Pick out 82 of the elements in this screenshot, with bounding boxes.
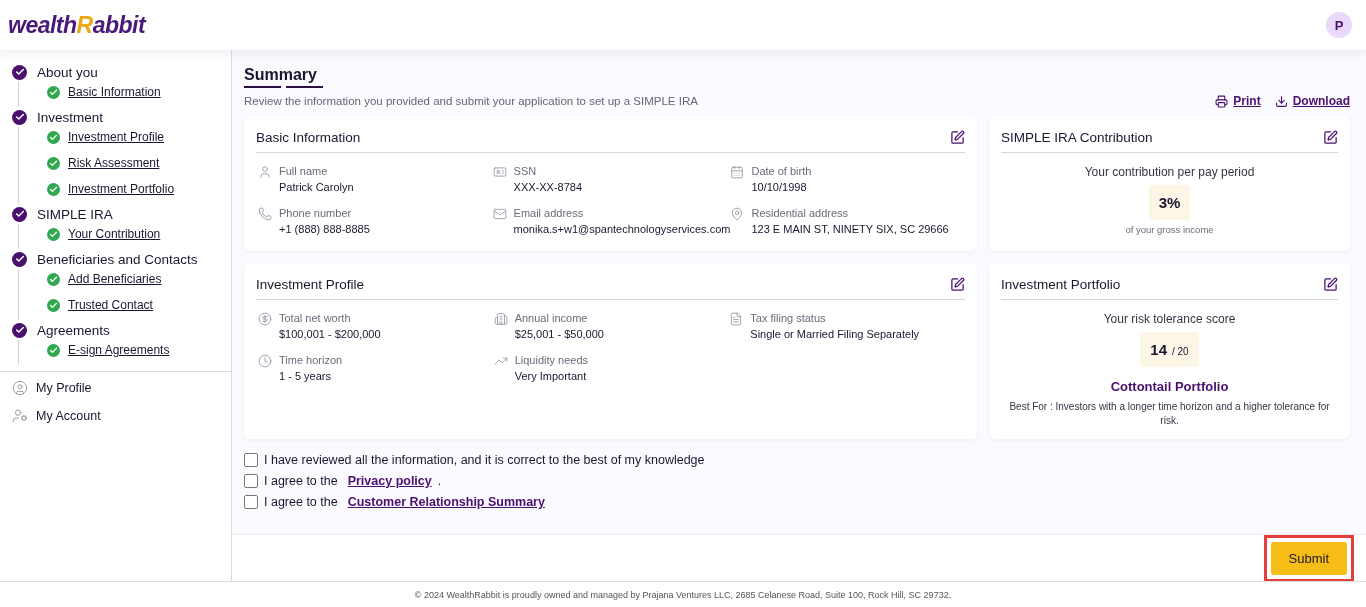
portfolio-name: Cottontail Portfolio (1110, 379, 1229, 394)
step-label: Agreements (37, 322, 110, 338)
field-label: Phone number (279, 207, 353, 219)
substep-link[interactable]: Investment Profile (68, 130, 165, 144)
substep-link[interactable]: Trusted Contact (68, 298, 153, 312)
field-label: Full name (279, 165, 329, 177)
field-value: 123 E MAIN ST, NINETY SIX, SC 29666 (751, 223, 949, 235)
field-label: SSN (513, 165, 538, 177)
calendar-icon (730, 165, 745, 179)
caption: Your contribution per pay period (1084, 165, 1255, 179)
score-value: 14 / 20 (1140, 332, 1199, 367)
location-pin-icon (730, 207, 745, 221)
avatar[interactable]: P (1326, 12, 1352, 38)
field-value: Very Important (514, 370, 588, 382)
sidebar-link[interactable]: My Profile (12, 380, 219, 396)
substep-link[interactable]: Risk Assessment (68, 156, 160, 170)
checkbox[interactable] (244, 474, 258, 488)
agreement-link[interactable]: Customer Relationship Summary (347, 495, 545, 509)
agreement-text: I agree to the (264, 495, 338, 509)
step-label: Investment (37, 109, 104, 125)
note: of your gross income (1125, 224, 1214, 235)
step-label: Beneficiaries and Contacts (37, 251, 198, 267)
field-label: Total net worth (279, 312, 352, 324)
field-value: Single or Married Filing Separately (750, 328, 920, 340)
field-label: Time horizon (279, 354, 343, 366)
field-label: Residential address (751, 207, 850, 219)
clock-icon (258, 354, 272, 368)
field-value: Patrick Carolyn (279, 181, 354, 193)
field-value: 10/10/1998 (751, 181, 808, 193)
user-gear-icon (12, 408, 28, 424)
document-icon (729, 312, 744, 326)
field-value: +1 (888) 888-8885 (279, 223, 370, 235)
field-label: Annual income (514, 312, 589, 324)
field-label: Tax filing status (750, 312, 827, 324)
checkbox[interactable] (244, 453, 258, 467)
caption: Your risk tolerance score (1103, 312, 1236, 326)
mail-icon (492, 207, 507, 221)
edit-button[interactable] (950, 129, 965, 145)
logo: wealthRabbit (8, 11, 146, 39)
print-link[interactable]: Print (1215, 94, 1261, 108)
field-value: $25,001 - $50,000 (514, 328, 604, 340)
dollar-icon (258, 312, 272, 326)
field-value: $100,001 - $200,000 (279, 328, 381, 340)
checkbox[interactable] (244, 495, 258, 509)
field-value: 1 - 5 years (279, 370, 332, 382)
card-title: Investment Profile (256, 276, 365, 292)
substep-link[interactable]: Investment Portfolio (68, 182, 175, 196)
step-label: About you (37, 64, 98, 80)
card-title: Investment Portfolio (1001, 276, 1121, 292)
portfolio-description: Best For : Investors with a longer time horizon and a higher tolerance for risk. (1008, 400, 1331, 427)
user-circle-icon (12, 380, 28, 396)
contribution-value: 3% (1148, 185, 1191, 220)
agreement-text: I agree to the (264, 474, 338, 488)
card-title: SIMPLE IRA Contribution (1001, 129, 1153, 145)
phone-icon (258, 207, 272, 221)
substep-link[interactable]: E-sign Agreements (68, 343, 170, 357)
edit-button[interactable] (1323, 129, 1338, 145)
download-link[interactable]: Download (1274, 94, 1350, 108)
field-value: monika.s+w1@spantechnologyservices.com (513, 223, 731, 235)
field-label: Liquidity needs (514, 354, 589, 366)
substep-link[interactable]: Basic Information (68, 85, 161, 99)
sidebar-link[interactable]: My Account (12, 408, 219, 424)
field-label: Email address (513, 207, 585, 219)
step-label: SIMPLE IRA (37, 206, 113, 222)
field-value: XXX-XX-8784 (513, 181, 583, 193)
person-icon (258, 165, 272, 179)
agreement-text: I have reviewed all the information, and it is correct to the best of my knowledge (264, 453, 705, 467)
field-label: Date of birth (751, 165, 812, 177)
buildings-icon (493, 312, 508, 326)
edit-button[interactable] (950, 276, 965, 292)
page-title: Summary (244, 66, 317, 84)
download-icon (1274, 94, 1288, 108)
printer-icon (1215, 94, 1229, 108)
substep-link[interactable]: Add Beneficiaries (68, 272, 162, 286)
agreement-link[interactable]: Privacy policy (347, 474, 432, 488)
edit-button[interactable] (1323, 276, 1338, 292)
card-title: Basic Information (256, 129, 361, 145)
submit-button[interactable]: Submit (1270, 541, 1347, 575)
agreement-text: . (437, 474, 442, 488)
page-subtitle: Review the information you provided and submit your application to set up a SIMPLE IRA (244, 95, 698, 107)
id-card-icon (492, 165, 507, 179)
substep-link[interactable]: Your Contribution (68, 227, 161, 241)
